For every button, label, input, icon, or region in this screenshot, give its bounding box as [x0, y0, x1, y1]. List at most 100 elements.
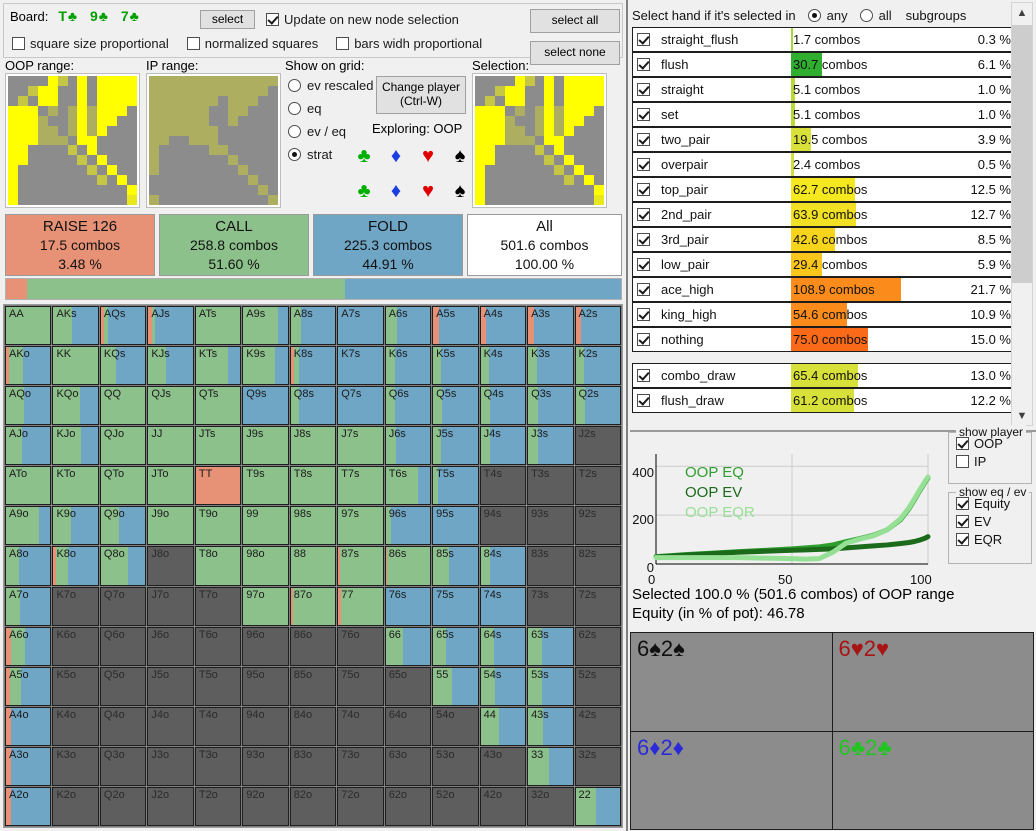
table-row[interactable]: set 5.1 combos 1.0 %	[632, 102, 1018, 127]
hand-cell-32s[interactable]: 32s	[574, 746, 621, 786]
hand-cell-72o[interactable]: 72o	[337, 786, 384, 826]
hand-cell-Q8s[interactable]: Q8s	[289, 386, 337, 426]
hand-cell-93o[interactable]: 93o	[242, 746, 289, 786]
radio-all-subgroup[interactable]: all	[859, 8, 892, 23]
radio-eq[interactable]: eq	[288, 97, 373, 120]
hand-cell-43s[interactable]: 43s	[527, 706, 574, 746]
action-call[interactable]: CALL 258.8 combos 51.60 %	[159, 214, 309, 276]
hand-cell-K2o[interactable]: K2o	[52, 786, 99, 826]
category-checkbox[interactable]	[637, 183, 650, 196]
category-list-scrollbar[interactable]: ▲ ▼	[1011, 2, 1033, 426]
category-checkbox[interactable]	[637, 108, 650, 121]
hand-cell-A5s[interactable]: A5s	[432, 306, 479, 346]
hand-cell-73s[interactable]: 73s	[527, 586, 574, 626]
hand-cell-T3s[interactable]: T3s	[527, 466, 574, 506]
hand-cell-42s[interactable]: 42s	[574, 706, 621, 746]
hand-cell-52s[interactable]: 52s	[574, 666, 621, 706]
hand-cell-92o[interactable]: 92o	[242, 786, 289, 826]
hand-cell-J2s[interactable]: J2s	[574, 426, 621, 466]
hand-cell-A7o[interactable]: A7o	[5, 586, 52, 626]
category-checkbox[interactable]	[637, 158, 650, 171]
suit-combination-matrix[interactable]: 6♠2♠ 6♥2♥ 6♦2♦ 6♣2♣	[630, 632, 1034, 830]
category-checkbox[interactable]	[637, 133, 650, 146]
radio-ev-rescaled[interactable]: ev rescaled	[288, 74, 373, 97]
hand-cell-43o[interactable]: 43o	[479, 746, 527, 786]
hand-cell-K7s[interactable]: K7s	[337, 346, 384, 386]
hand-cell-K5s[interactable]: K5s	[432, 346, 479, 386]
hand-cell-94o[interactable]: 94o	[242, 706, 289, 746]
radio-any-subgroup[interactable]: any	[807, 8, 848, 23]
change-player-button[interactable]: Change player (Ctrl-W)	[376, 76, 466, 114]
checkbox-ev[interactable]: EV	[956, 514, 1031, 529]
hand-cell-T5o[interactable]: T5o	[194, 666, 242, 706]
hand-cell-Q6s[interactable]: Q6s	[384, 386, 432, 426]
hand-cell-K6s[interactable]: K6s	[384, 346, 432, 386]
table-row[interactable]: two_pair 19.5 combos 3.9 %	[632, 127, 1018, 152]
category-checkbox[interactable]	[637, 308, 650, 321]
hand-cell-QTo[interactable]: QTo	[99, 466, 147, 506]
hand-cell-54s[interactable]: 54s	[479, 666, 527, 706]
hand-cell-Q9o[interactable]: Q9o	[99, 506, 147, 546]
heart-icon[interactable]: ♥	[412, 180, 444, 202]
hand-cell-K4o[interactable]: K4o	[52, 706, 99, 746]
diamond-icon[interactable]: ♦	[380, 180, 412, 202]
table-row[interactable]: 2nd_pair 63.9 combos 12.7 %	[632, 202, 1018, 227]
table-row[interactable]: flush_draw 61.2 combos 12.2 %	[632, 388, 1018, 413]
hand-cell-AJo[interactable]: AJo	[5, 426, 52, 466]
hand-cell-62o[interactable]: 62o	[384, 786, 432, 826]
club-icon[interactable]: ♣	[348, 145, 380, 167]
hand-cell-88[interactable]: 88	[289, 546, 337, 586]
hand-cell-T5s[interactable]: T5s	[432, 466, 479, 506]
hand-cell-K9s[interactable]: K9s	[242, 346, 289, 386]
hand-cell-K7o[interactable]: K7o	[52, 586, 99, 626]
hand-cell-65s[interactable]: 65s	[432, 626, 479, 666]
table-row[interactable]: king_high 54.6 combos 10.9 %	[632, 302, 1018, 327]
hand-cell-KJo[interactable]: KJo	[52, 426, 99, 466]
category-checkbox[interactable]	[637, 58, 650, 71]
category-checkbox[interactable]	[637, 369, 650, 382]
hand-cell-KJs[interactable]: KJs	[147, 346, 194, 386]
hand-cell-J9s[interactable]: J9s	[242, 426, 289, 466]
hand-cell-K5o[interactable]: K5o	[52, 666, 99, 706]
scroll-down-icon[interactable]: ▼	[1012, 406, 1032, 425]
action-raise[interactable]: RAISE 126 17.5 combos 3.48 %	[5, 214, 155, 276]
hand-cell-A8s[interactable]: A8s	[289, 306, 337, 346]
scroll-up-icon[interactable]: ▲	[1012, 3, 1032, 22]
suit-row-first-card[interactable]: ♣ ♦ ♥ ♠	[348, 145, 476, 167]
hand-cell-Q2s[interactable]: Q2s	[574, 386, 621, 426]
hand-cell-Q7s[interactable]: Q7s	[337, 386, 384, 426]
hand-cell-A6s[interactable]: A6s	[384, 306, 432, 346]
hand-cell-T2o[interactable]: T2o	[194, 786, 242, 826]
hand-cell-JTo[interactable]: JTo	[147, 466, 194, 506]
hand-cell-66[interactable]: 66	[384, 626, 432, 666]
hand-cell-A5o[interactable]: A5o	[5, 666, 52, 706]
hand-cell-55[interactable]: 55	[432, 666, 479, 706]
table-row[interactable]: straight 5.1 combos 1.0 %	[632, 77, 1018, 102]
hand-cell-83o[interactable]: 83o	[289, 746, 337, 786]
category-checkbox[interactable]	[637, 283, 650, 296]
hand-cell-33[interactable]: 33	[527, 746, 574, 786]
hand-cell-85s[interactable]: 85s	[432, 546, 479, 586]
table-row[interactable]: overpair 2.4 combos 0.5 %	[632, 152, 1018, 177]
normalized-squares-checkbox[interactable]: normalized squares	[186, 36, 318, 51]
hand-cell-75o[interactable]: 75o	[337, 666, 384, 706]
hand-cell-Q4o[interactable]: Q4o	[99, 706, 147, 746]
hand-cell-QJo[interactable]: QJo	[99, 426, 147, 466]
table-row[interactable]: nothing 75.0 combos 15.0 %	[632, 327, 1018, 352]
hand-cell-Q6o[interactable]: Q6o	[99, 626, 147, 666]
hand-cell-98o[interactable]: 98o	[242, 546, 289, 586]
hand-cell-A3s[interactable]: A3s	[527, 306, 574, 346]
hand-cell-76s[interactable]: 76s	[384, 586, 432, 626]
heart-icon[interactable]: ♥	[412, 145, 444, 167]
category-checkbox[interactable]	[637, 83, 650, 96]
hand-cell-K9o[interactable]: K9o	[52, 506, 99, 546]
hand-cell-JTs[interactable]: JTs	[194, 426, 242, 466]
hand-cell-K6o[interactable]: K6o	[52, 626, 99, 666]
hand-cell-82s[interactable]: 82s	[574, 546, 621, 586]
hand-cell-64o[interactable]: 64o	[384, 706, 432, 746]
table-row[interactable]: 3rd_pair 42.6 combos 8.5 %	[632, 227, 1018, 252]
combo-cell-6♠2♠[interactable]: 6♠2♠	[631, 633, 832, 731]
hand-cell-J6o[interactable]: J6o	[147, 626, 194, 666]
hand-cell-A2s[interactable]: A2s	[574, 306, 621, 346]
hand-cell-62s[interactable]: 62s	[574, 626, 621, 666]
